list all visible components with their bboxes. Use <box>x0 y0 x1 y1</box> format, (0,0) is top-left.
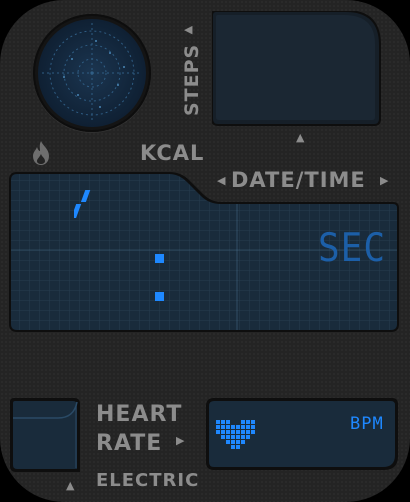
steps-arrow-icon: ◀ <box>184 23 193 36</box>
electric-label: ELECTRIC <box>96 470 200 491</box>
steps-up-arrow-icon: ▲ <box>296 131 305 144</box>
steps-panel[interactable] <box>212 11 382 126</box>
time-colon-bottom <box>155 292 164 301</box>
time-colon-top <box>155 254 164 263</box>
radar-screen <box>38 19 146 127</box>
heart-rate-right-arrow-icon: ▶ <box>176 434 185 447</box>
electric-panel[interactable] <box>10 398 82 474</box>
heart-rate-label-line1: HEART <box>96 402 183 427</box>
radar-dial[interactable] <box>33 14 151 132</box>
heart-pixel-icon <box>216 420 255 449</box>
heart-rate-label: HEART RATE <box>96 400 182 458</box>
flame-icon <box>33 141 49 165</box>
bpm-label: BPM <box>350 414 384 434</box>
electric-up-arrow-icon: ▲ <box>66 479 75 492</box>
radar-grid-icon <box>42 23 142 123</box>
date-separator-icon <box>74 190 91 218</box>
seconds-label: SEC <box>318 225 387 272</box>
watch-face: ◀ STEPS ▲ KCAL ◀ DATE/TIME ▶ SEC ▲ ELECT… <box>0 0 410 502</box>
heart-rate-label-line2: RATE <box>96 431 163 456</box>
kcal-label: KCAL <box>140 141 205 165</box>
steps-label: STEPS <box>181 43 203 117</box>
